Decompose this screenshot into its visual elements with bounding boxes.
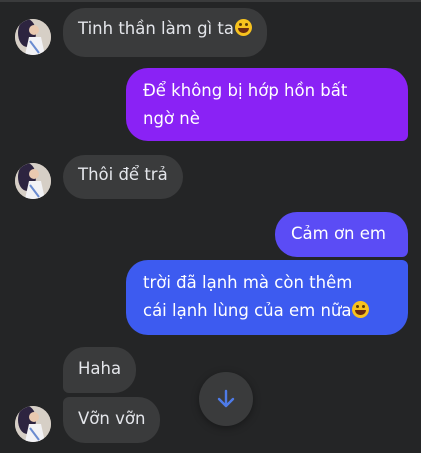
message-text: Thôi để trả xyxy=(78,165,168,184)
grinning-face-emoji xyxy=(352,301,370,318)
scroll-to-bottom-button[interactable] xyxy=(199,372,253,426)
top-divider xyxy=(0,0,421,2)
message-bubble-outgoing[interactable]: Để không bị hớp hồn bất ngờ nè xyxy=(126,68,408,141)
avatar-image xyxy=(15,19,51,55)
message-text: Vỡn vỡn xyxy=(78,409,146,428)
grinning-face-emoji xyxy=(234,19,252,36)
contact-avatar[interactable] xyxy=(15,163,51,199)
message-text: cái lạnh lùng của em nữa xyxy=(143,301,352,320)
message-bubble-outgoing[interactable]: trời đã lạnh mà còn thêm cái lạnh lùng c… xyxy=(126,260,408,335)
arrow-down-icon xyxy=(217,389,235,408)
message-text: Cảm ơn em xyxy=(291,224,386,243)
message-text-line: trời đã lạnh mà còn thêm xyxy=(143,273,353,292)
avatar-image xyxy=(15,163,51,199)
message-text: Haha xyxy=(78,359,122,378)
message-bubble-outgoing[interactable]: Cảm ơn em xyxy=(275,212,408,257)
contact-avatar[interactable] xyxy=(15,406,51,442)
avatar-image xyxy=(15,406,51,442)
message-bubble-incoming[interactable]: Vỡn vỡn xyxy=(63,397,161,443)
message-bubble-incoming[interactable]: Haha xyxy=(63,347,137,393)
message-text-line: ngờ nè xyxy=(143,109,200,128)
message-bubble-incoming[interactable]: Thôi để trả xyxy=(63,155,183,199)
message-text-line: cái lạnh lùng của em nữa xyxy=(143,297,393,325)
message-text-line: Để không bị hớp hồn bất xyxy=(143,81,348,100)
contact-avatar[interactable] xyxy=(15,19,51,55)
message-text: Tinh thần làm gì ta xyxy=(78,19,234,38)
message-bubble-incoming[interactable]: Tinh thần làm gì ta xyxy=(63,8,267,57)
